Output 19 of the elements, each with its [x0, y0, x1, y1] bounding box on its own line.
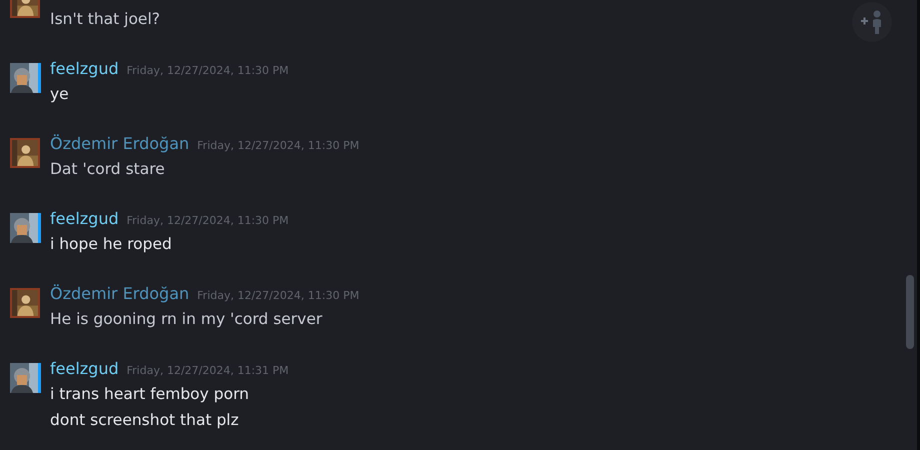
- timestamp: Friday, 12/27/2024, 11:30 PM: [197, 138, 360, 154]
- message-text: Dat 'cord stare: [50, 159, 166, 180]
- message-text: ye: [50, 84, 70, 105]
- author-name[interactable]: Özdemir Erdoğan: [50, 132, 190, 156]
- message-text: He is gooning rn in my 'cord server: [50, 309, 324, 330]
- author-name[interactable]: feelzgud: [50, 57, 119, 81]
- timestamp: Friday, 12/27/2024, 11:30 PM: [197, 288, 360, 304]
- message-text: i hope he roped: [50, 234, 173, 255]
- author-name[interactable]: feelzgud: [50, 357, 119, 381]
- author-name[interactable]: feelzgud: [50, 207, 119, 231]
- timestamp: Friday, 12/27/2024, 11:30 PM: [126, 213, 289, 229]
- timestamp: Friday, 12/27/2024, 11:30 PM: [126, 63, 289, 79]
- add-friend-button[interactable]: [852, 2, 892, 42]
- timestamp: Friday, 12/27/2024, 11:31 PM: [126, 363, 289, 379]
- message-text: i trans heart femboy porn: [50, 384, 250, 405]
- message-text: dont screenshot that plz: [50, 410, 240, 431]
- message-text: Isn't that joel?: [50, 9, 160, 30]
- scrollbar-thumb[interactable]: [906, 275, 914, 349]
- author-name[interactable]: Özdemir Erdoğan: [50, 282, 190, 306]
